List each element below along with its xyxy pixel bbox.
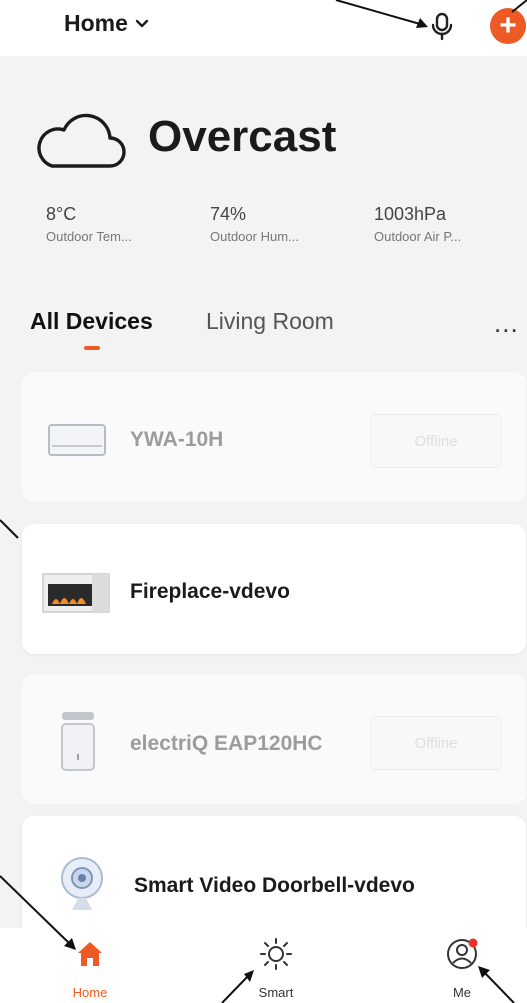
- temperature-label: Outdoor Tem...: [46, 229, 132, 244]
- home-icon: [78, 942, 102, 966]
- air-conditioner-icon: [48, 424, 106, 456]
- weather-condition: Overcast: [148, 112, 337, 161]
- home-title: Home: [64, 10, 128, 36]
- device-name: Fireplace-vdevo: [130, 580, 290, 603]
- humidity-stat: 74% Outdoor Hum...: [210, 204, 299, 244]
- temperature-stat: 8°C Outdoor Tem...: [46, 204, 132, 244]
- tab-all-devices[interactable]: All Devices: [30, 308, 153, 335]
- air-pressure-value: 1003hPa: [374, 204, 447, 224]
- offline-badge: Offline: [370, 716, 502, 770]
- nav-home-label: Home: [72, 985, 108, 1000]
- sun-icon: [260, 938, 292, 970]
- room-tabs: All Devices Living Room ...: [0, 300, 527, 360]
- chevron-down-icon: [135, 19, 149, 27]
- bottom-navigation: Home Smart Me: [0, 928, 527, 1003]
- device-card-ywa-10h[interactable]: YWA-10H Offline: [22, 372, 526, 502]
- tab-living-room[interactable]: Living Room: [206, 308, 334, 335]
- device-name: Smart Video Doorbell-vdevo: [134, 874, 415, 897]
- air-pressure-stat: 1003hPa Outdoor Air P...: [374, 204, 461, 244]
- cloud-icon: [37, 113, 126, 168]
- temperature-value: 8°C: [46, 204, 77, 224]
- nav-me[interactable]: Me: [412, 928, 512, 1003]
- humidity-label: Outdoor Hum...: [210, 229, 299, 244]
- profile-icon: [447, 938, 478, 969]
- more-icon[interactable]: ...: [494, 308, 519, 339]
- nav-home[interactable]: Home: [40, 928, 140, 1003]
- microphone-icon[interactable]: [424, 8, 460, 44]
- nav-me-label: Me: [452, 985, 472, 1000]
- nav-smart[interactable]: Smart: [226, 928, 326, 1003]
- add-device-button[interactable]: +: [490, 8, 526, 44]
- home-selector[interactable]: Home: [64, 10, 150, 37]
- camera-icon: [61, 857, 103, 910]
- air-pressure-label: Outdoor Air P...: [374, 229, 462, 244]
- add-icon: +: [499, 9, 517, 42]
- device-name: YWA-10H: [130, 428, 224, 451]
- top-bar: Home +: [0, 0, 527, 56]
- device-card-doorbell[interactable]: Smart Video Doorbell-vdevo: [22, 816, 526, 946]
- air-purifier-icon: [61, 712, 95, 771]
- device-card-electriq[interactable]: electriQ EAP120HC Offline: [22, 674, 526, 804]
- nav-smart-label: Smart: [258, 985, 294, 1000]
- device-card-fireplace[interactable]: Fireplace-vdevo: [22, 524, 526, 654]
- device-name: electriQ EAP120HC: [130, 732, 323, 755]
- humidity-value: 74%: [210, 204, 247, 224]
- active-tab-indicator: [84, 346, 100, 350]
- offline-badge: Offline: [370, 414, 502, 468]
- fireplace-icon: [42, 573, 110, 613]
